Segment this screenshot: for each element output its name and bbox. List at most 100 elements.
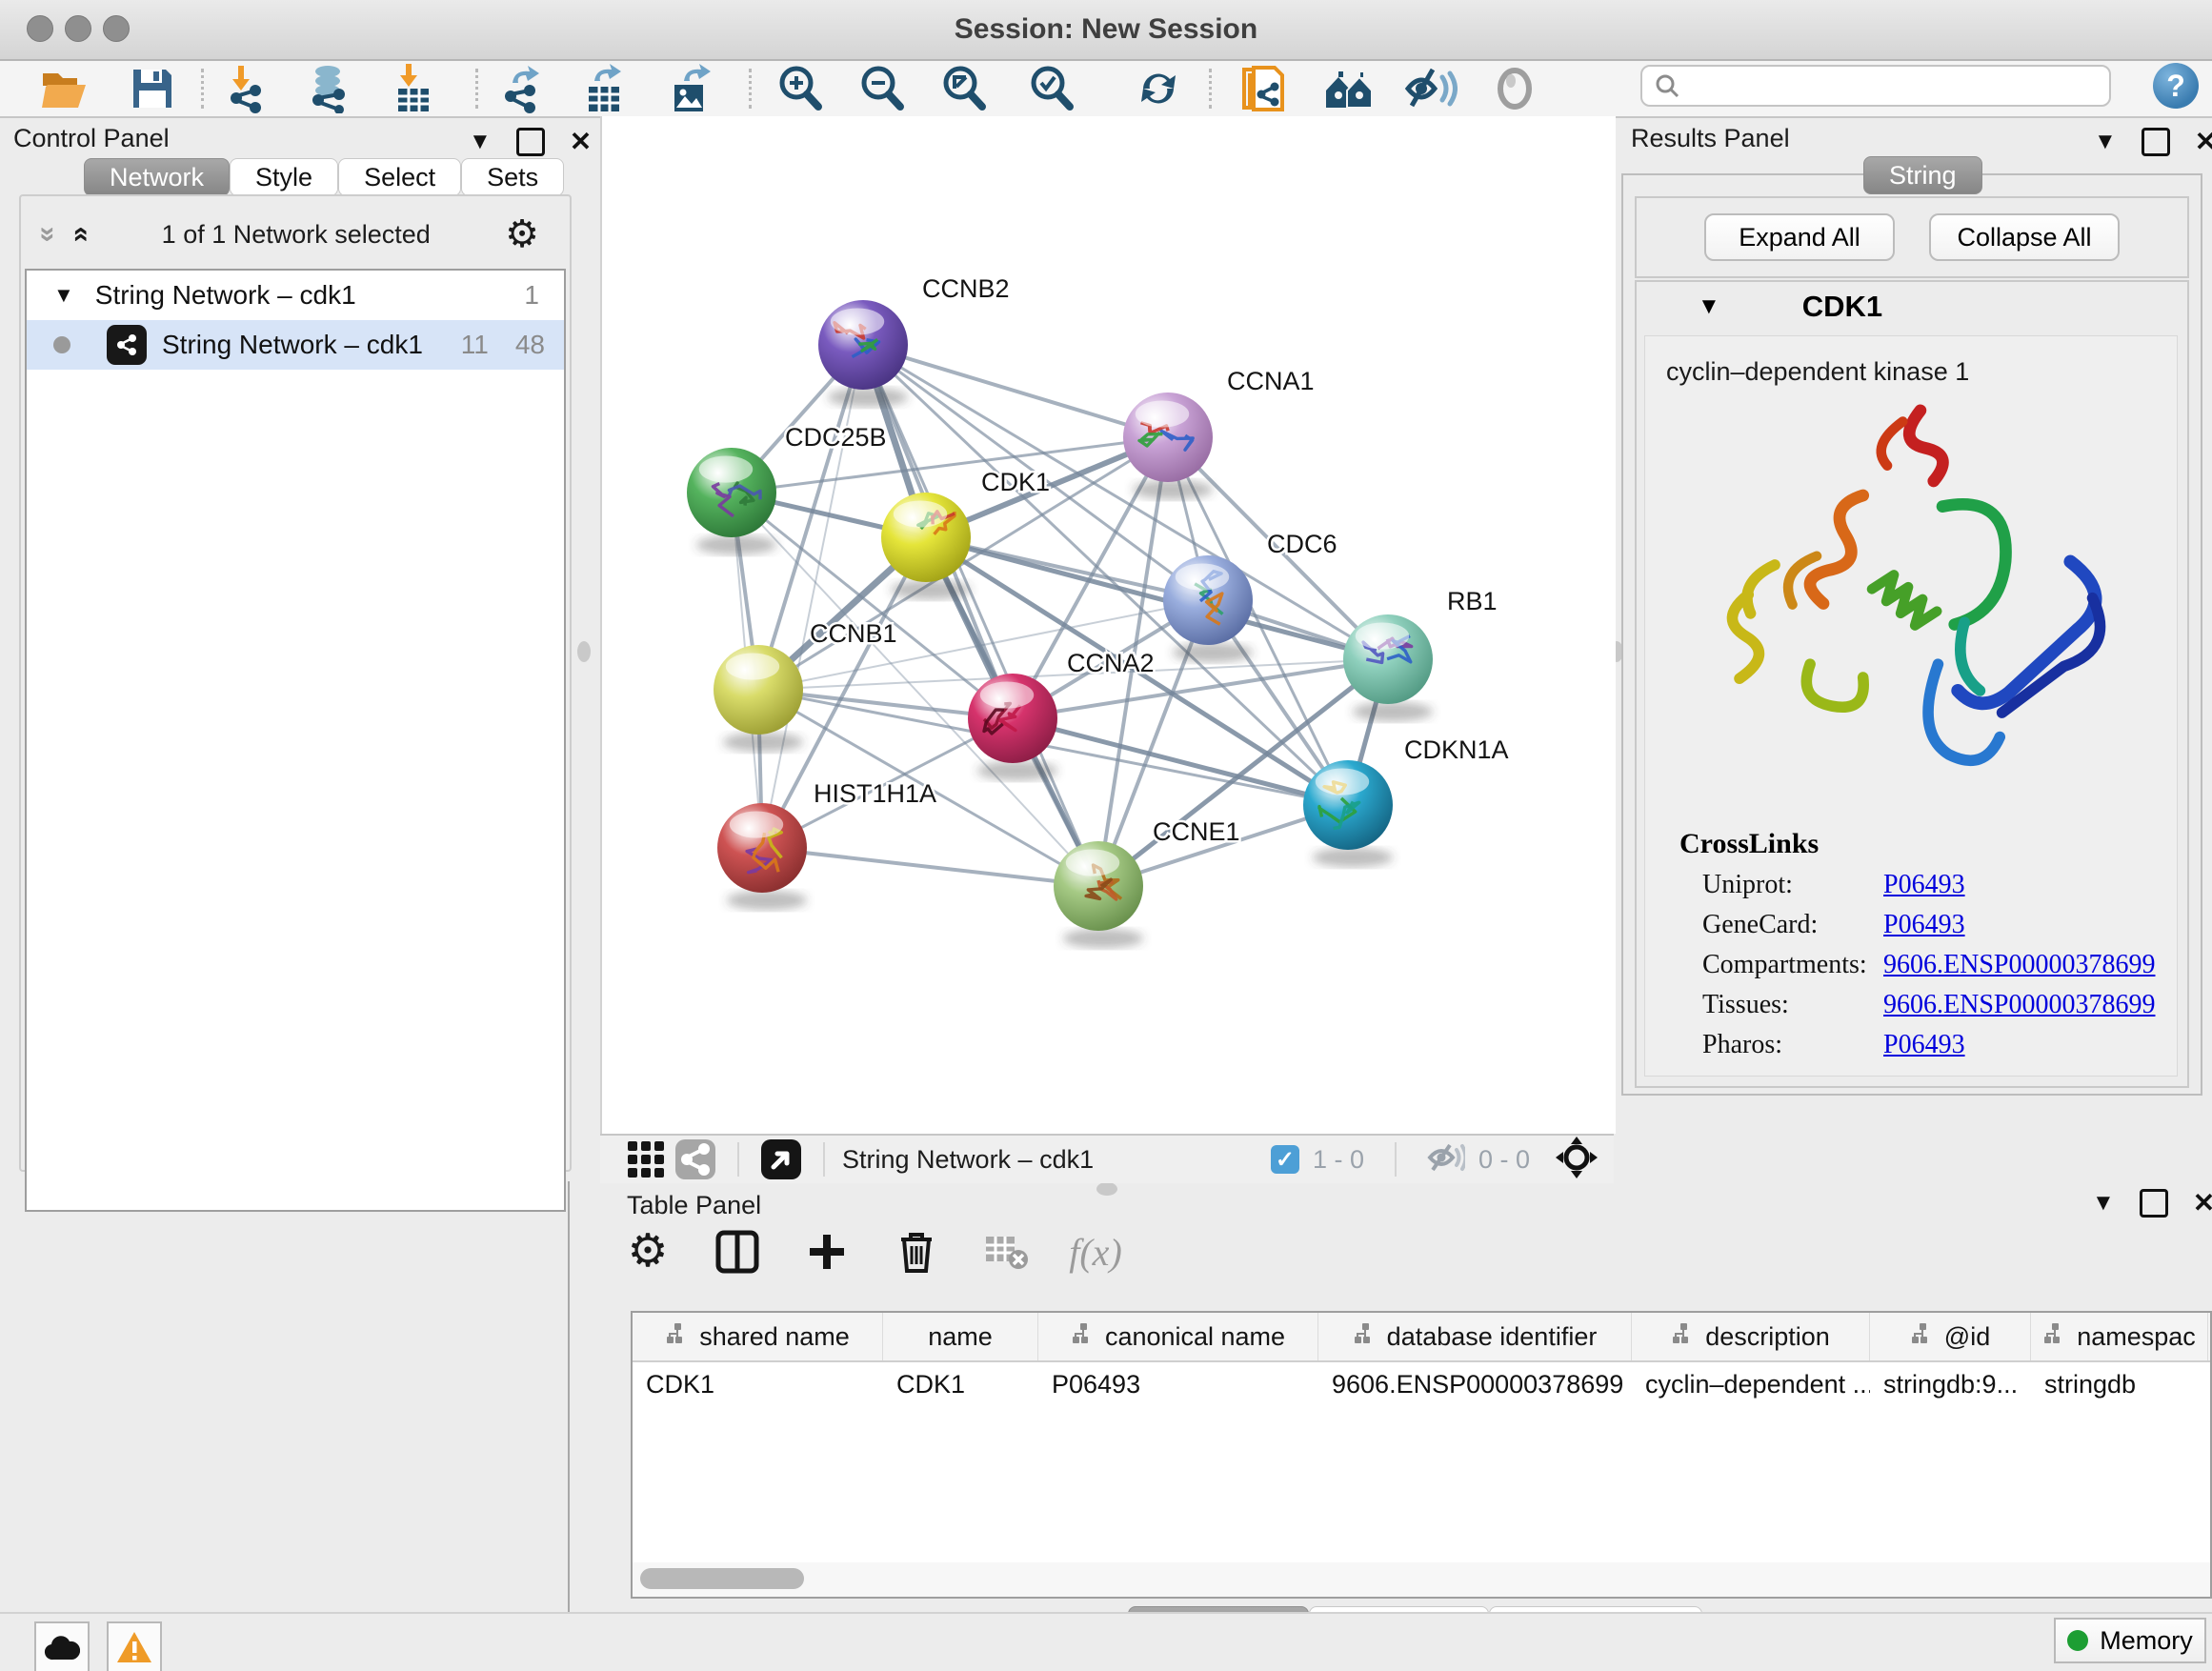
crosslink-value-link[interactable]: 9606.ENSP00000378699 <box>1883 990 2155 1020</box>
search-field[interactable] <box>1640 65 2111 107</box>
network-node-HIST1H1A[interactable]: HIST1H1A <box>717 779 936 910</box>
gene-card-content: cyclin–dependent kinase 1 <box>1644 335 2178 1077</box>
table-cell[interactable]: P06493 <box>1038 1362 1318 1406</box>
expand-all-icon[interactable]: » <box>63 227 95 243</box>
gear-icon[interactable]: ⚙ <box>505 215 539 253</box>
left-splitter-handle[interactable] <box>577 641 591 662</box>
panel-menu-icon[interactable]: ▼ <box>2092 1190 2115 1217</box>
tab-style[interactable]: Style <box>230 158 338 196</box>
export-table-icon[interactable] <box>579 64 633 113</box>
expand-all-button[interactable]: Expand All <box>1704 213 1895 261</box>
column-header-name[interactable]: name <box>883 1313 1038 1360</box>
network-edge-CCNB2-HIST1H1A[interactable] <box>762 345 863 848</box>
home-string-icon[interactable] <box>1322 64 1376 113</box>
table-row[interactable]: CDK1CDK1P064939606.ENSP00000378699cyclin… <box>633 1362 2210 1406</box>
table-cell[interactable]: CDK1 <box>633 1362 883 1406</box>
results-tab-string[interactable]: String <box>1863 156 1982 194</box>
table-horizontal-scrollbar[interactable] <box>631 1562 2212 1599</box>
detach-view-icon[interactable] <box>756 1135 806 1184</box>
network-node-CCNA1[interactable]: CCNA1 <box>1123 367 1315 499</box>
network-node-CDC6[interactable]: CDC6 <box>1163 530 1337 662</box>
network-node-RB1[interactable]: RB1 <box>1343 587 1498 721</box>
crosslink-value-link[interactable]: P06493 <box>1883 870 1965 900</box>
crosslink-value-link[interactable]: P06493 <box>1883 910 1965 940</box>
tab-sets[interactable]: Sets <box>461 158 564 196</box>
network-collection-row[interactable]: ▼ String Network – cdk1 1 <box>27 271 564 320</box>
help-icon[interactable]: ? <box>2153 63 2199 109</box>
function-builder-icon[interactable]: f(x) <box>1071 1227 1120 1277</box>
hidden-eye-icon[interactable] <box>1427 1141 1465 1178</box>
network-canvas[interactable]: CCNB2CCNA1CDC25BCDK1CDC6RB1CCNB1CCNA2CDK… <box>600 116 1616 1134</box>
panel-menu-icon[interactable]: ▼ <box>469 129 492 155</box>
toolbar-divider <box>1209 69 1212 109</box>
column-header-database-identifier[interactable]: database identifier <box>1318 1313 1632 1360</box>
zoom-out-icon[interactable] <box>855 64 909 113</box>
column-header-description[interactable]: description <box>1632 1313 1870 1360</box>
fit-content-crosshair-icon[interactable] <box>1555 1136 1599 1184</box>
tab-select[interactable]: Select <box>338 158 461 196</box>
network-node-CDKN1A[interactable]: CDKN1A <box>1303 735 1509 867</box>
add-column-icon[interactable] <box>802 1227 852 1277</box>
collapse-section-icon[interactable]: ▼ <box>1698 293 1720 320</box>
hidden-nodes-edges: 0 - 0 <box>1478 1145 1530 1175</box>
cloud-status-button[interactable] <box>34 1621 90 1671</box>
network-row[interactable]: String Network – cdk1 11 48 <box>27 320 564 370</box>
column-header-namespac[interactable]: namespac <box>2031 1313 2208 1360</box>
birds-eye-view-icon[interactable] <box>621 1135 671 1184</box>
scrollbar-thumb[interactable] <box>640 1568 804 1589</box>
table-cell[interactable]: 9606.ENSP00000378699 <box>1318 1362 1632 1406</box>
zoom-selected-icon[interactable] <box>1025 64 1078 113</box>
panel-close-icon[interactable]: ✕ <box>570 126 592 157</box>
delete-column-icon[interactable] <box>892 1227 941 1277</box>
tree-column-icon <box>1353 1322 1377 1352</box>
panel-float-icon[interactable] <box>516 128 545 156</box>
refresh-style-icon[interactable] <box>1132 64 1185 113</box>
panel-float-icon[interactable] <box>2142 128 2170 156</box>
toolbar-divider <box>201 69 204 109</box>
open-session-icon[interactable] <box>38 64 91 113</box>
network-node-CCNB2[interactable]: CCNB2 <box>818 274 1010 407</box>
network-edge-HIST1H1A-CCNE1[interactable] <box>762 848 1098 886</box>
import-table-from-file-icon[interactable] <box>389 64 442 113</box>
crosslink-row: Compartments:9606.ENSP00000378699 <box>1702 950 2177 980</box>
eye-disabled-icon[interactable] <box>1488 64 1541 113</box>
delete-table-icon[interactable] <box>981 1227 1031 1277</box>
export-network-icon[interactable] <box>497 64 551 113</box>
network-node-CCNE1[interactable]: CCNE1 <box>1054 817 1240 948</box>
table-cell[interactable]: stringdb <box>2031 1362 2208 1406</box>
panel-menu-icon[interactable]: ▼ <box>2094 129 2117 155</box>
network-share-view-icon[interactable] <box>671 1135 720 1184</box>
import-network-from-database-icon[interactable] <box>303 64 356 113</box>
panel-float-icon[interactable] <box>2140 1189 2168 1218</box>
table-settings-gear-icon[interactable]: ⚙ <box>623 1227 673 1277</box>
memory-button[interactable]: Memory <box>2054 1618 2206 1663</box>
clone-network-icon[interactable] <box>1237 64 1290 113</box>
save-session-icon[interactable] <box>126 64 179 113</box>
column-header-shared-name[interactable]: shared name <box>633 1313 883 1360</box>
panel-close-icon[interactable]: ✕ <box>2193 1187 2212 1218</box>
export-image-icon[interactable] <box>665 64 718 113</box>
collapse-all-icon[interactable]: » <box>31 227 64 243</box>
warnings-button[interactable] <box>107 1621 162 1671</box>
tab-network[interactable]: Network <box>84 158 230 196</box>
import-network-from-file-icon[interactable] <box>221 64 274 113</box>
table-cell[interactable]: CDK1 <box>883 1362 1038 1406</box>
show-columns-icon[interactable] <box>713 1227 762 1277</box>
table-cell[interactable]: stringdb:9... <box>1870 1362 2031 1406</box>
hide-unhide-icon[interactable] <box>1404 64 1458 113</box>
panel-close-icon[interactable]: ✕ <box>2195 126 2212 157</box>
column-header-canonical-name[interactable]: canonical name <box>1038 1313 1318 1360</box>
crosslink-value-link[interactable]: P06493 <box>1883 1030 1965 1060</box>
crosslink-value-link[interactable]: 9606.ENSP00000378699 <box>1883 950 2155 980</box>
network-edge-CCNB2-CCNA1[interactable] <box>863 345 1168 437</box>
column-header--id[interactable]: @id <box>1870 1313 2031 1360</box>
search-input[interactable] <box>1680 70 2109 102</box>
gene-card-header[interactable]: ▼ CDK1 <box>1637 282 2187 332</box>
zoom-fit-icon[interactable] <box>937 64 991 113</box>
table-cell[interactable]: cyclin–dependent ... <box>1632 1362 1870 1406</box>
collapse-all-button[interactable]: Collapse All <box>1929 213 2120 261</box>
selected-checkbox-icon[interactable]: ✓ <box>1271 1145 1299 1174</box>
zoom-in-icon[interactable] <box>774 64 827 113</box>
tree-expand-icon[interactable]: ▼ <box>53 283 74 308</box>
network-node-CCNB1[interactable]: CCNB1 <box>714 619 897 752</box>
